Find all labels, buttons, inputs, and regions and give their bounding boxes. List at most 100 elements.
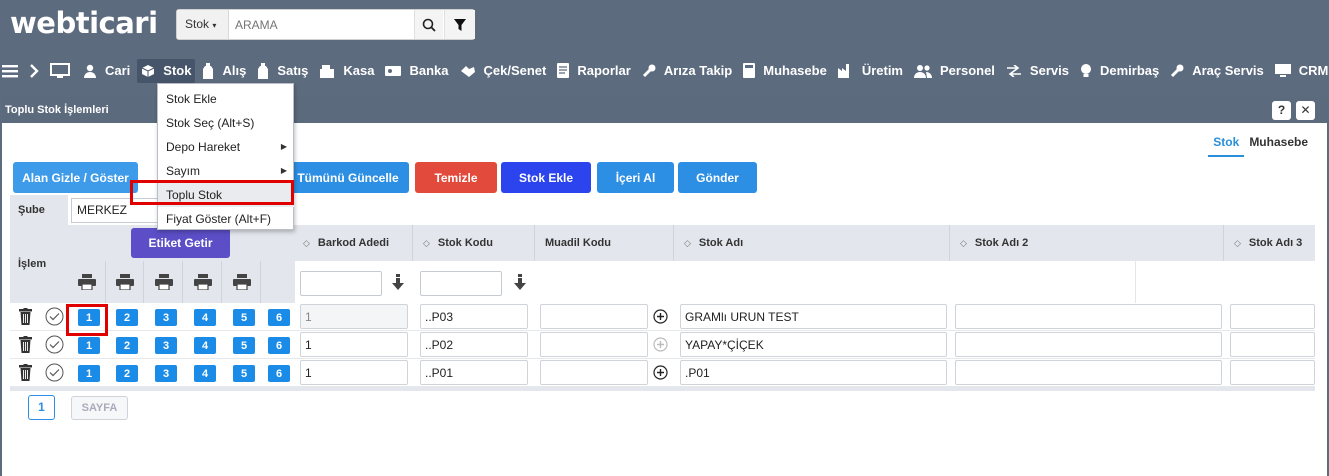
tab-stok[interactable]: Stok bbox=[1208, 129, 1245, 157]
stock-name-2-field[interactable] bbox=[955, 304, 1222, 329]
update-all-button[interactable]: Tümünü Güncelle bbox=[287, 162, 409, 193]
print-count-2-button[interactable]: 2 bbox=[116, 365, 138, 382]
tab-muhasebe[interactable]: Muhasebe bbox=[1244, 129, 1313, 157]
confirm-row-button[interactable] bbox=[45, 307, 64, 329]
col-stock-code[interactable]: ◇ Stok Kodu bbox=[415, 225, 535, 261]
menu-item-stok[interactable]: Stok bbox=[137, 58, 196, 83]
print-count-5-button[interactable]: 5 bbox=[233, 337, 255, 354]
menu-item-çek-senet[interactable]: Çek/Senet bbox=[456, 59, 551, 83]
stock-code-field[interactable]: ..P01 bbox=[420, 360, 528, 385]
delete-row-button[interactable] bbox=[19, 364, 32, 384]
stock-code-field[interactable]: ..P02 bbox=[420, 332, 528, 357]
stock-code-field[interactable]: ..P03 bbox=[420, 304, 528, 329]
hamburger-button[interactable] bbox=[0, 59, 24, 83]
dropdown-item-fiyat-göster-alt-f[interactable]: Fiyat Göster (Alt+F) bbox=[158, 207, 294, 231]
stock-name-3-field[interactable] bbox=[1230, 332, 1315, 357]
barcode-qty-field[interactable]: 1 bbox=[300, 332, 408, 357]
label-print-button[interactable]: Etiket Getir bbox=[131, 228, 230, 258]
print-column-2-button[interactable] bbox=[106, 261, 144, 303]
menu-item-raporlar[interactable]: Raporlar bbox=[553, 59, 634, 83]
menu-item-crm[interactable]: CRM bbox=[1271, 59, 1329, 83]
search-input[interactable] bbox=[235, 16, 405, 34]
menu-item-demirbaş[interactable]: Demirbaş bbox=[1076, 59, 1163, 83]
barcode-qty-field[interactable]: 1 bbox=[300, 360, 408, 385]
delete-row-button[interactable] bbox=[19, 336, 32, 356]
print-count-5-button[interactable]: 5 bbox=[233, 309, 255, 326]
send-button[interactable]: Gönder bbox=[678, 162, 757, 193]
search-scope-select[interactable]: Stok ▾ bbox=[177, 10, 229, 39]
col-barcode-qty[interactable]: ◇ Barkod Adedi bbox=[295, 225, 413, 261]
menu-item-cari[interactable]: Cari bbox=[79, 59, 134, 83]
col-alt-code[interactable]: Muadil Kodu bbox=[537, 225, 674, 261]
search-button[interactable] bbox=[414, 10, 443, 39]
help-button[interactable]: ? bbox=[1272, 101, 1291, 120]
page-button[interactable]: SAYFA bbox=[71, 396, 128, 420]
menu-item-arıza-takip[interactable]: Arıza Takip bbox=[638, 59, 736, 83]
page-1-button[interactable]: 1 bbox=[28, 395, 55, 420]
print-count-2-button[interactable]: 2 bbox=[116, 337, 138, 354]
alt-code-field[interactable] bbox=[540, 332, 648, 357]
print-count-3-button[interactable]: 3 bbox=[155, 337, 177, 354]
menu-item-personel[interactable]: Personel bbox=[910, 59, 999, 83]
alt-code-field[interactable] bbox=[540, 304, 648, 329]
add-alt-code-button[interactable] bbox=[653, 309, 668, 327]
print-count-4-button[interactable]: 4 bbox=[194, 365, 216, 382]
dropdown-item-depo-hareket[interactable]: Depo Hareket ▶ bbox=[158, 135, 294, 159]
print-count-3-button[interactable]: 3 bbox=[155, 309, 177, 326]
menu-item-muhasebe[interactable]: Muhasebe bbox=[739, 59, 831, 83]
print-column-4-button[interactable] bbox=[184, 261, 222, 303]
barcode-qty-field[interactable]: 1 bbox=[300, 304, 408, 329]
stock-name-2-field[interactable] bbox=[955, 360, 1222, 385]
add-alt-code-button[interactable] bbox=[653, 365, 668, 383]
confirm-row-button[interactable] bbox=[45, 363, 64, 385]
print-count-4-button[interactable]: 4 bbox=[194, 309, 216, 326]
stock-name-3-field[interactable] bbox=[1230, 304, 1315, 329]
stock-name-field[interactable]: GRAMlı URUN TEST bbox=[680, 304, 947, 329]
menu-item-satış[interactable]: Satış bbox=[253, 59, 312, 83]
menu-item-alış[interactable]: Alış bbox=[198, 59, 250, 83]
dropdown-item-stok-seç-alt-s[interactable]: Stok Seç (Alt+S) bbox=[158, 111, 294, 135]
menu-item-araç-servis[interactable]: Araç Servis bbox=[1166, 59, 1268, 83]
confirm-row-button[interactable] bbox=[45, 335, 64, 357]
print-count-4-button[interactable]: 4 bbox=[194, 337, 216, 354]
add-stock-button[interactable]: Stok Ekle bbox=[501, 162, 591, 193]
stock-name-3-field[interactable] bbox=[1230, 360, 1315, 385]
print-count-1-button[interactable]: 1 bbox=[78, 365, 100, 382]
filter-button[interactable] bbox=[444, 10, 475, 39]
dropdown-item-stok-ekle[interactable]: Stok Ekle bbox=[158, 87, 294, 111]
print-column-1-button[interactable] bbox=[68, 261, 106, 303]
print-count-6-button[interactable]: 6 bbox=[268, 309, 290, 326]
expand-chevron-button[interactable] bbox=[27, 59, 45, 83]
alt-code-field[interactable] bbox=[540, 360, 648, 385]
col-stock-name-3[interactable]: ◇ Stok Adı 3 bbox=[1226, 225, 1315, 261]
print-count-2-button[interactable]: 2 bbox=[116, 309, 138, 326]
apply-down-barcode-button[interactable] bbox=[391, 274, 405, 295]
stock-name-field[interactable]: YAPAY*ÇİÇEK bbox=[680, 332, 947, 357]
menu-item-kasa[interactable]: Kasa bbox=[315, 59, 378, 83]
close-button[interactable]: ✕ bbox=[1296, 101, 1315, 120]
desktop-button[interactable] bbox=[48, 59, 76, 83]
print-count-1-button[interactable]: 1 bbox=[78, 337, 100, 354]
col-stock-name[interactable]: ◇ Stok Adı bbox=[676, 225, 950, 261]
stock-code-filter[interactable] bbox=[420, 271, 502, 296]
stock-name-field[interactable]: .P01 bbox=[680, 360, 947, 385]
delete-row-button[interactable] bbox=[19, 308, 32, 328]
print-count-5-button[interactable]: 5 bbox=[233, 365, 255, 382]
toggle-fields-button[interactable]: Alan Gizle / Göster bbox=[13, 162, 138, 193]
import-button[interactable]: İçeri Al bbox=[597, 162, 674, 193]
add-alt-code-button[interactable] bbox=[653, 337, 668, 355]
col-stock-name-2[interactable]: ◇ Stok Adı 2 bbox=[952, 225, 1224, 261]
menu-item-banka[interactable]: Banka bbox=[381, 59, 452, 83]
print-count-6-button[interactable]: 6 bbox=[268, 337, 290, 354]
menu-item-üretim[interactable]: Üretim bbox=[834, 59, 907, 83]
print-column-5-button[interactable] bbox=[223, 261, 261, 303]
barcode-qty-filter[interactable] bbox=[300, 271, 382, 296]
apply-down-code-button[interactable] bbox=[513, 274, 527, 295]
stock-name-2-field[interactable] bbox=[955, 332, 1222, 357]
print-column-3-button[interactable] bbox=[145, 261, 183, 303]
print-count-6-button[interactable]: 6 bbox=[268, 365, 290, 382]
brand-logo[interactable]: webticari bbox=[10, 6, 158, 40]
menu-item-servis[interactable]: Servis bbox=[1002, 59, 1073, 83]
print-count-3-button[interactable]: 3 bbox=[155, 365, 177, 382]
clear-button[interactable]: Temizle bbox=[415, 162, 497, 193]
